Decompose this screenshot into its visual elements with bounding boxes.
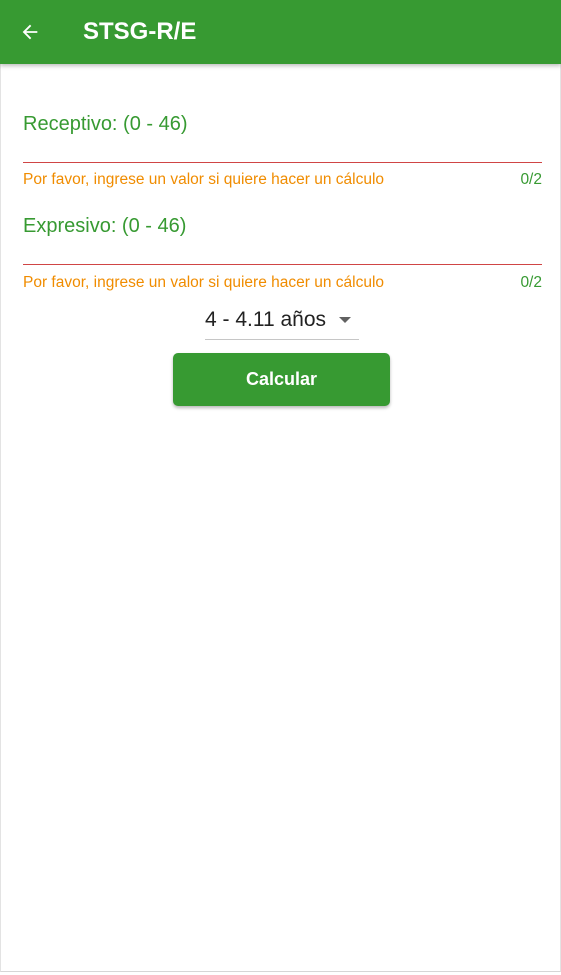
calculate-button[interactable]: Calcular xyxy=(173,353,390,406)
expresivo-label: Expresivo: (0 - 46) xyxy=(23,215,187,237)
page-title: STSG-R/E xyxy=(83,18,197,45)
age-range-selected-value: 4 - 4.11 años xyxy=(205,308,327,331)
form-container: Receptivo: (0 - 46) Por favor, ingrese u… xyxy=(0,64,561,972)
receptivo-char-counter: 0/2 xyxy=(520,171,542,188)
back-button[interactable] xyxy=(14,16,46,48)
expresivo-error-text: Por favor, ingrese un valor si quiere ha… xyxy=(23,274,385,291)
receptivo-field: Receptivo: (0 - 46) Por favor, ingrese u… xyxy=(23,112,542,192)
age-range-dropdown[interactable]: 4 - 4.11 años xyxy=(205,303,359,340)
arrow-left-icon xyxy=(22,24,38,40)
caret-down-icon xyxy=(339,317,351,323)
receptivo-label: Receptivo: (0 - 46) xyxy=(23,113,188,135)
expresivo-char-counter: 0/2 xyxy=(520,274,542,291)
expresivo-field: Expresivo: (0 - 46) Por favor, ingrese u… xyxy=(23,214,542,294)
receptivo-error-text: Por favor, ingrese un valor si quiere ha… xyxy=(23,171,385,188)
app-bar: STSG-R/E xyxy=(0,0,561,64)
